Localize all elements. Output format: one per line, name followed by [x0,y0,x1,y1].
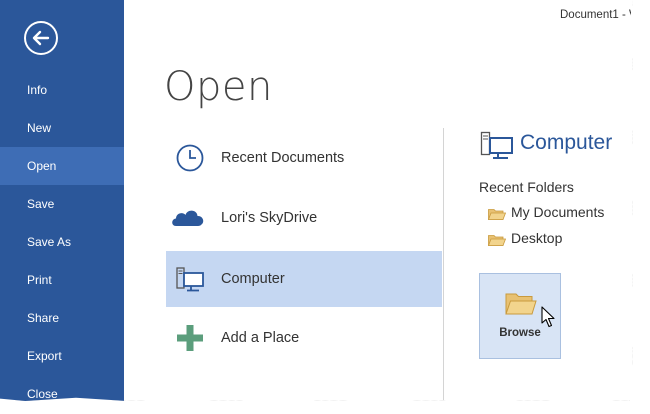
plus-icon [177,325,203,351]
computer-icon [176,267,204,292]
nav-item-save[interactable]: Save [0,185,124,223]
folder-icon [505,293,537,315]
nav-item-info[interactable]: Info [0,71,124,109]
nav-item-new[interactable]: New [0,109,124,147]
nav-item-share[interactable]: Share [0,299,124,337]
nav-item-export[interactable]: Export [0,337,124,375]
folder-icon [488,209,506,220]
place-label: Add a Place [221,330,300,346]
back-button[interactable] [24,21,58,55]
nav-item-print[interactable]: Print [0,261,124,299]
backstage-nav: Info New Open Save Save As Print Share E… [0,0,124,401]
place-label: Recent Documents [221,150,345,166]
place-add-a-place[interactable]: Add a Place [166,310,442,366]
page-title: Open [164,64,273,110]
place-skydrive[interactable]: Lori's SkyDrive [166,190,442,246]
computer-heading: Computer [520,131,613,154]
backstage-window: Info New Open Save Save As Print Share E… [0,0,633,401]
screenshot-stage: Info New Open Save Save As Print Share E… [0,0,650,414]
clock-icon [176,144,204,172]
recent-folders-label: Recent Folders [479,179,574,195]
computer-icon [480,131,513,159]
place-computer[interactable]: Computer [166,251,442,307]
cloud-icon [172,210,204,226]
browse-label: Browse [499,327,541,339]
folder-label: Desktop [511,230,563,246]
pane-divider [443,128,444,401]
folder-icon [488,235,506,246]
mouse-cursor-icon [541,306,555,328]
window-title: Document1 - W [560,9,640,21]
nav-item-close[interactable]: Close [0,375,124,401]
place-label: Lori's SkyDrive [221,210,318,226]
nav-item-open[interactable]: Open [0,147,124,185]
place-label: Computer [221,271,285,287]
place-recent-documents[interactable]: Recent Documents [166,130,442,186]
nav-item-save-as[interactable]: Save As [0,223,124,261]
folder-label: My Documents [511,204,605,220]
back-arrow-icon [32,30,50,46]
